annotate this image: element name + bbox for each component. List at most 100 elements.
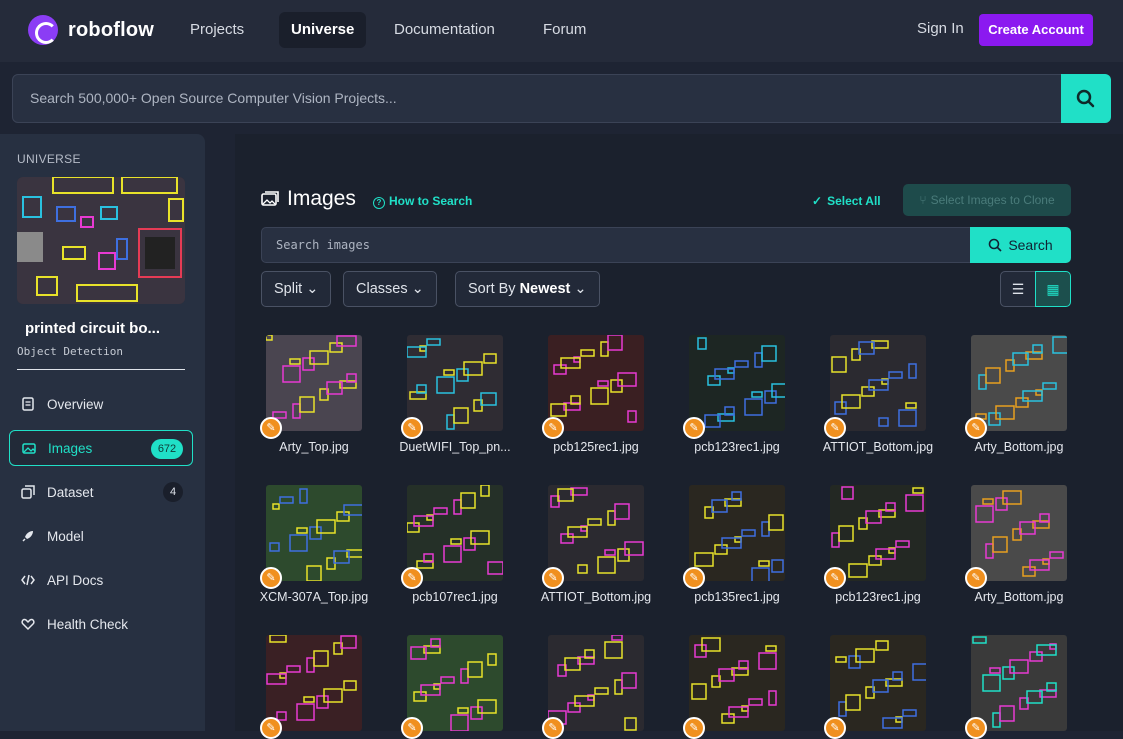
nav-documentation[interactable]: Documentation [382, 12, 507, 48]
sort-label: Sort By [468, 281, 516, 297]
chevron-down-icon: ⌄ [574, 281, 587, 297]
overview-icon [22, 397, 34, 411]
sidebar-item-health-check[interactable]: Health Check [9, 606, 193, 642]
select-images-to-clone-button[interactable]: ⑂ Select Images to Clone [903, 184, 1071, 216]
select-all-button[interactable]: ✓ Select All [812, 194, 881, 208]
image-thumbnail[interactable] [266, 335, 362, 431]
image-filename: Arty_Top.jpg [279, 440, 349, 454]
project-title: printed circuit bo... [25, 320, 161, 337]
annotation-pencil-icon: ✎ [401, 567, 423, 589]
image-filename: DuetWIFI_Top_pn... [399, 440, 511, 454]
images-count-badge: 672 [151, 439, 183, 459]
sidebar-item-label: Images [48, 440, 93, 456]
annotation-pencil-icon: ✎ [683, 567, 705, 589]
image-thumbnail[interactable] [266, 635, 362, 731]
sidebar-item-label: Health Check [47, 616, 129, 632]
select-all-label: Select All [827, 194, 881, 208]
list-view-button[interactable]: ☰ [1000, 271, 1036, 307]
image-filename: ATTIOT_Bottom.jpg [822, 440, 934, 454]
image-thumbnail[interactable] [830, 485, 926, 581]
dataset-icon [21, 485, 35, 499]
universe-search-input[interactable]: Search 500,000+ Open Source Computer Vis… [12, 74, 1062, 123]
help-icon: ? [373, 197, 385, 209]
image-thumbnail[interactable] [407, 635, 503, 731]
sidebar: UNIVERSE printed circuit bo... Object De… [0, 134, 205, 731]
image-thumbnail[interactable] [830, 335, 926, 431]
image-filename: pcb135rec1.jpg [694, 590, 780, 604]
sidebar-section-label: UNIVERSE [17, 152, 81, 166]
heart-icon [21, 618, 35, 631]
annotation-pencil-icon: ✎ [542, 717, 564, 739]
sign-in-link[interactable]: Sign In [917, 20, 964, 37]
nav-universe[interactable]: Universe [279, 12, 367, 48]
search-images-input[interactable]: Search images [261, 227, 971, 263]
search-icon [1076, 89, 1095, 108]
image-thumbnail[interactable] [971, 485, 1067, 581]
sidebar-item-label: Overview [47, 396, 104, 412]
annotation-pencil-icon: ✎ [260, 567, 282, 589]
roboflow-logo[interactable]: roboflow [28, 15, 154, 45]
image-filename: XCM-307A_Top.jpg [259, 590, 369, 604]
split-dropdown[interactable]: Split ⌄ [261, 271, 332, 307]
annotation-pencil-icon: ✎ [260, 417, 282, 439]
page-title-text: Images [287, 187, 356, 210]
rocket-icon [22, 531, 33, 542]
sidebar-item-label: Dataset [47, 484, 94, 500]
annotation-pencil-icon: ✎ [965, 417, 987, 439]
how-to-search-link[interactable]: ? How to Search [373, 194, 472, 209]
grid-view-button[interactable]: ▦ [1035, 271, 1071, 307]
annotation-pencil-icon: ✎ [542, 567, 564, 589]
image-filename: pcb107rec1.jpg [412, 590, 498, 604]
image-thumbnail[interactable] [689, 635, 785, 731]
image-thumbnail[interactable] [548, 335, 644, 431]
nav-forum[interactable]: Forum [531, 12, 598, 48]
annotation-pencil-icon: ✎ [401, 417, 423, 439]
annotation-pencil-icon: ✎ [683, 417, 705, 439]
annotation-pencil-icon: ✎ [260, 717, 282, 739]
image-thumbnail[interactable] [971, 635, 1067, 731]
sidebar-item-api-docs[interactable]: API Docs [9, 562, 193, 598]
project-thumbnail[interactable] [17, 177, 185, 304]
image-thumbnail[interactable] [689, 335, 785, 431]
image-thumbnail[interactable] [548, 635, 644, 731]
search-images-button[interactable]: Search [970, 227, 1071, 263]
classes-dropdown[interactable]: Classes ⌄ [343, 271, 437, 307]
images-icon [261, 191, 279, 206]
image-thumbnail[interactable] [548, 485, 644, 581]
branch-icon: ⑂ [919, 193, 927, 207]
grid-icon: ▦ [1046, 281, 1060, 297]
nav-projects[interactable]: Projects [178, 12, 256, 48]
annotation-pencil-icon: ✎ [824, 717, 846, 739]
sort-dropdown[interactable]: Sort By Newest ⌄ [455, 271, 600, 307]
image-thumbnail[interactable] [407, 485, 503, 581]
image-filename: pcb123rec1.jpg [835, 590, 921, 604]
image-thumbnail[interactable] [689, 485, 785, 581]
image-thumbnail[interactable] [407, 335, 503, 431]
logo-icon [28, 15, 58, 45]
brand-name: roboflow [68, 18, 155, 41]
image-thumbnail[interactable] [266, 485, 362, 581]
annotation-pencil-icon: ✎ [965, 717, 987, 739]
sidebar-item-overview[interactable]: Overview [9, 386, 193, 422]
sidebar-item-dataset[interactable]: Dataset 4 [9, 474, 193, 510]
sidebar-item-label: API Docs [47, 572, 104, 588]
image-filename: pcb125rec1.jpg [553, 440, 639, 454]
split-label: Split [274, 281, 303, 297]
clone-label: Select Images to Clone [930, 193, 1055, 207]
code-icon [21, 574, 35, 586]
image-filename: ATTIOT_Bottom.jpg [540, 590, 652, 604]
sidebar-item-label: Model [47, 528, 84, 544]
image-thumbnail[interactable] [971, 335, 1067, 431]
annotation-pencil-icon: ✎ [683, 717, 705, 739]
annotation-pencil-icon: ✎ [542, 417, 564, 439]
image-thumbnail[interactable] [830, 635, 926, 731]
chevron-down-icon: ⌄ [306, 281, 319, 297]
universe-search-button[interactable] [1061, 74, 1111, 123]
dataset-count-badge: 4 [163, 482, 183, 502]
sidebar-item-images[interactable]: Images 672 [9, 430, 193, 466]
chevron-down-icon: ⌄ [411, 281, 424, 297]
annotation-pencil-icon: ✎ [824, 417, 846, 439]
how-to-search-label: How to Search [389, 194, 473, 208]
create-account-button[interactable]: Create Account [979, 14, 1093, 46]
sidebar-item-model[interactable]: Model [9, 518, 193, 554]
